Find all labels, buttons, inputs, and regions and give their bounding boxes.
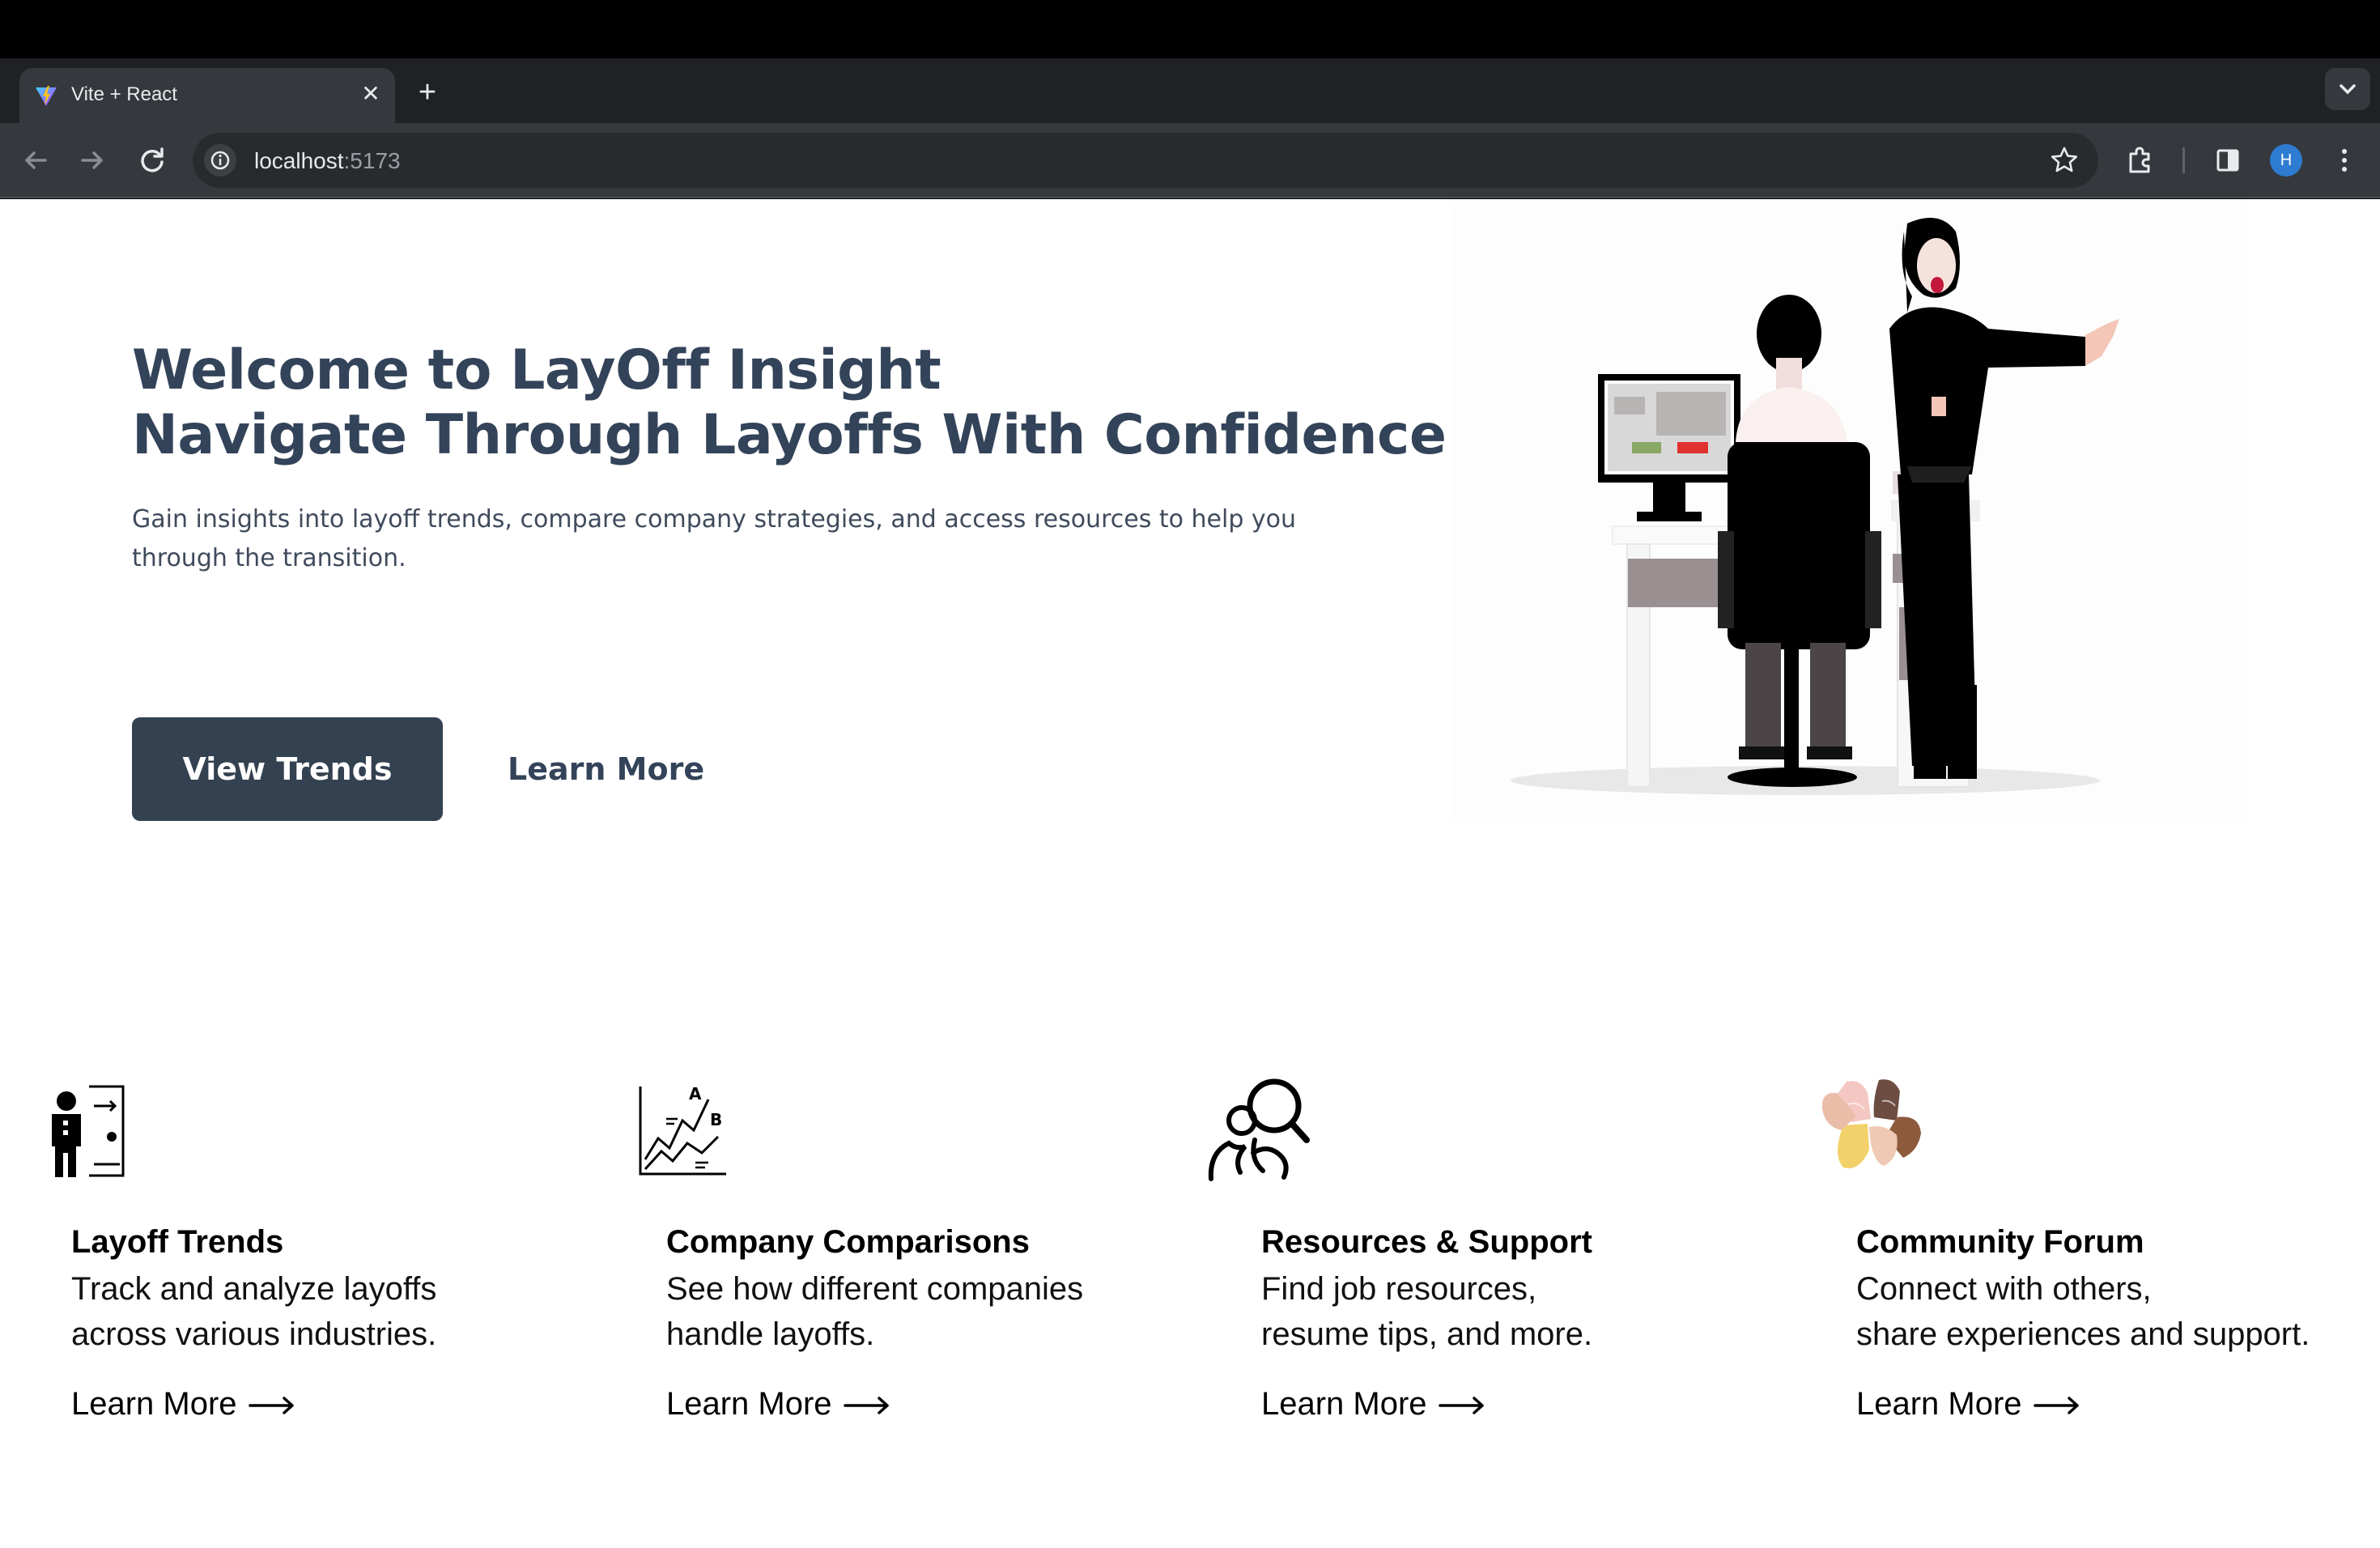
feature-title: Layoff Trends	[71, 1224, 284, 1260]
svg-text:B: B	[710, 1110, 722, 1129]
people-search-icon	[1208, 1078, 1310, 1181]
arrow-right-icon	[1438, 1397, 1484, 1415]
feature-desc-line1: Track and analyze layoffs	[71, 1271, 437, 1307]
tab-title: Vite + React	[71, 83, 177, 105]
extensions-puzzle-icon[interactable]	[2121, 141, 2160, 180]
learn-more-button[interactable]: Learn More	[508, 717, 704, 821]
new-tab-icon[interactable]: +	[411, 76, 444, 108]
close-tab-icon[interactable]: ✕	[356, 79, 385, 108]
joined-hands-icon	[1821, 1079, 1921, 1169]
side-panel-icon[interactable]	[2208, 141, 2247, 180]
hero-title: Welcome to LayOff Insight Navigate Throu…	[132, 338, 1447, 468]
toolbar-separator	[2182, 147, 2185, 173]
feature-link-label: Learn More	[1856, 1386, 2022, 1422]
hero-illustration	[1454, 199, 2247, 823]
view-trends-button[interactable]: View Trends	[132, 717, 443, 821]
feature-desc-line2: resume tips, and more.	[1261, 1316, 1593, 1352]
url-text: localhost:5173	[254, 148, 401, 174]
back-arrow-icon[interactable]	[16, 141, 55, 180]
hero-title-line1: Welcome to LayOff Insight	[132, 338, 941, 402]
browser-tab[interactable]: Vite + React ✕	[19, 68, 395, 123]
feature-learn-more-link[interactable]: Learn More	[1261, 1386, 1485, 1423]
hero-subtitle: Gain insights into layoff trends, compar…	[132, 505, 1297, 572]
feature-link-label: Learn More	[666, 1386, 832, 1422]
feature-link-label: Learn More	[1261, 1386, 1427, 1422]
bookmark-star-icon[interactable]	[2048, 144, 2080, 176]
feature-title: Company Comparisons	[666, 1224, 1030, 1260]
office-scene-illustration	[1511, 217, 2119, 795]
hero-title-line2: Navigate Through Layoffs With Confidence	[132, 403, 1447, 467]
arrow-right-icon	[248, 1397, 294, 1415]
address-bar[interactable]: localhost:5173	[193, 133, 2098, 188]
feature-desc-line2: across various industries.	[71, 1316, 437, 1352]
feature-title: Resources & Support	[1261, 1224, 1592, 1260]
feature-learn-more-link[interactable]: Learn More	[666, 1386, 890, 1423]
feature-desc-line2: handle layoffs.	[666, 1316, 875, 1352]
feature-title: Community Forum	[1856, 1224, 2144, 1260]
profile-avatar[interactable]: H	[2270, 144, 2302, 176]
feature-desc-line1: See how different companies	[666, 1271, 1084, 1307]
url-port: :5173	[343, 148, 401, 173]
chevron-down-icon	[2340, 84, 2356, 95]
forward-arrow-icon[interactable]	[73, 141, 112, 180]
reload-icon[interactable]	[133, 141, 172, 180]
vite-logo-icon	[36, 86, 57, 106]
tab-search-button[interactable]	[2325, 68, 2370, 110]
feature-learn-more-link[interactable]: Learn More	[1856, 1386, 2080, 1423]
feature-description: Track and analyze layoffs across various…	[71, 1266, 436, 1357]
feature-link-label: Learn More	[71, 1386, 237, 1422]
arrow-right-icon	[2033, 1397, 2079, 1415]
browser-toolbar: localhost:5173 H	[0, 123, 2380, 198]
feature-desc-line2: share experiences and support.	[1856, 1316, 2310, 1352]
site-info-icon[interactable]	[204, 144, 236, 176]
presenter-chart-icon	[52, 1085, 125, 1177]
more-menu-icon[interactable]	[2325, 141, 2364, 180]
arrow-right-icon	[843, 1397, 889, 1415]
ab-chart-icon: A B	[639, 1084, 726, 1176]
feature-description: Connect with others, share experiences a…	[1856, 1266, 2310, 1357]
tab-strip: Vite + React ✕ +	[0, 58, 2380, 123]
url-host: localhost	[254, 148, 344, 173]
svg-text:A: A	[689, 1084, 702, 1104]
feature-description: See how different companies handle layof…	[666, 1266, 1083, 1357]
feature-desc-line1: Connect with others,	[1856, 1271, 2152, 1307]
feature-desc-line1: Find job resources,	[1261, 1271, 1537, 1307]
feature-description: Find job resources, resume tips, and mor…	[1261, 1266, 1592, 1357]
feature-learn-more-link[interactable]: Learn More	[71, 1386, 295, 1423]
page-content: Welcome to LayOff Insight Navigate Throu…	[0, 199, 2380, 1548]
system-bar	[0, 0, 2380, 58]
